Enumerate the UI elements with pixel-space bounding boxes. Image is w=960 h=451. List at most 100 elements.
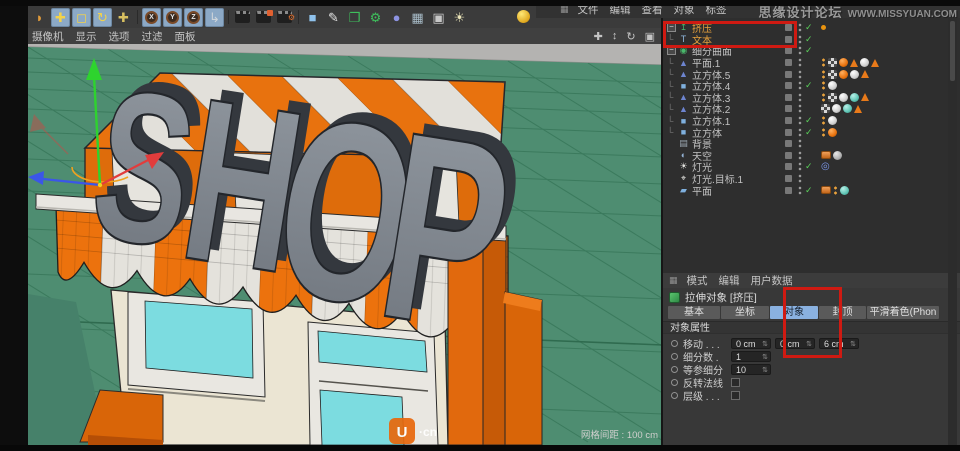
tag-ball-teal[interactable] [843, 104, 852, 113]
tag-ball-orange[interactable] [839, 70, 848, 79]
tag-dots[interactable] [821, 81, 826, 90]
lights-icon[interactable]: ☀ [450, 8, 469, 27]
coordinate-system-icon[interactable]: ↳ [205, 8, 224, 27]
tag-checker[interactable] [828, 93, 837, 102]
am-menu-item-3[interactable]: 用户数据 [751, 273, 793, 288]
viewport-menu-item-3[interactable]: 选项 [109, 29, 130, 44]
tag-checker[interactable] [828, 58, 837, 67]
rotate-tool-icon[interactable]: ↻ [93, 8, 112, 27]
environment-objects-icon[interactable]: ● [387, 8, 406, 27]
tag-dots[interactable] [821, 128, 826, 137]
tag-checker[interactable] [828, 70, 837, 79]
last-used-tool-icon[interactable]: ✚ [114, 8, 133, 27]
tag-tri[interactable] [850, 59, 858, 67]
object-row-平面[interactable]: ▰平面✓ [663, 184, 960, 196]
primitive-cube-icon[interactable]: ■ [303, 8, 322, 27]
tag-rect-orange[interactable] [821, 186, 831, 194]
layer-toggle[interactable] [785, 105, 792, 112]
field-spinner-icon[interactable]: ⇅ [762, 340, 768, 348]
visibility-dots[interactable] [798, 70, 802, 79]
panel-scrollbar[interactable] [948, 18, 957, 445]
viewport-3d[interactable]: S S H H O O P P [28, 44, 663, 445]
tag-rect-orange[interactable] [821, 151, 831, 159]
layer-toggle[interactable] [785, 175, 792, 182]
enabled-check[interactable]: ✓ [805, 34, 815, 45]
tag-tri[interactable] [861, 93, 869, 101]
layer-toggle[interactable] [785, 71, 792, 78]
lock-y-axis-icon[interactable]: Y [163, 8, 182, 27]
visibility-dots[interactable] [798, 46, 802, 55]
move-tool-icon[interactable]: ✚ [51, 8, 70, 27]
visibility-dots[interactable] [798, 162, 802, 171]
visibility-dots[interactable] [798, 23, 802, 32]
render-region-icon[interactable] [254, 8, 273, 27]
animation-key-dot[interactable] [671, 353, 678, 360]
tag-tri[interactable] [861, 70, 869, 78]
lock-z-axis-icon[interactable]: Z [184, 8, 203, 27]
tag-ball-white[interactable] [828, 81, 837, 90]
render-view-icon[interactable] [233, 8, 252, 27]
scale-tool-icon[interactable]: ◻ [72, 8, 91, 27]
attr-field[interactable]: 1⇅ [731, 351, 771, 362]
layer-toggle[interactable] [785, 129, 792, 136]
visibility-dots[interactable] [798, 35, 802, 44]
pan-view-icon[interactable]: ✚ [594, 30, 603, 43]
undo-history-icon[interactable]: ◗ [30, 8, 49, 27]
visibility-dots[interactable] [798, 139, 802, 148]
tag-dots[interactable] [821, 116, 826, 125]
layer-toggle[interactable] [785, 117, 792, 124]
attr-field[interactable]: 10⇅ [731, 364, 771, 375]
floor-objects-icon[interactable]: ▦ [408, 8, 427, 27]
enabled-check[interactable]: ✓ [805, 115, 815, 126]
animation-key-dot[interactable] [671, 392, 678, 399]
tag-ball-teal[interactable] [840, 186, 849, 195]
layer-toggle[interactable] [785, 187, 792, 194]
attr-field[interactable]: 0 cm⇅ [731, 338, 771, 349]
tag-ball-white[interactable] [839, 93, 848, 102]
visibility-dots[interactable] [798, 186, 802, 195]
viewport-menu-item-4[interactable]: 过滤 [142, 29, 163, 44]
enabled-check[interactable]: ✓ [805, 22, 815, 33]
tag-ball-white[interactable] [860, 58, 869, 67]
field-spinner-icon[interactable]: ⇅ [762, 353, 768, 361]
tag-ball-orange[interactable] [839, 58, 848, 67]
visibility-dots[interactable] [798, 151, 802, 160]
field-spinner-icon[interactable]: ⇅ [850, 340, 856, 348]
attr-checkbox[interactable] [731, 391, 740, 400]
viewport-menu-item-5[interactable]: 面板 [175, 29, 196, 44]
scrollbar-thumb[interactable] [950, 21, 955, 81]
enabled-check[interactable]: ✓ [805, 185, 815, 196]
toggle-view-icon[interactable]: ▣ [645, 30, 655, 43]
am-menu-item-2[interactable]: 编辑 [719, 273, 740, 288]
visibility-dots[interactable] [798, 128, 802, 137]
animation-key-dot[interactable] [671, 366, 678, 373]
tag-ball-teal[interactable] [850, 93, 859, 102]
visibility-dots[interactable] [798, 93, 802, 102]
layer-toggle[interactable] [785, 94, 792, 101]
enabled-check[interactable]: ✓ [805, 45, 815, 56]
generators-icon[interactable]: ❐ [345, 8, 364, 27]
field-spinner-icon[interactable]: ⇅ [762, 366, 768, 374]
panel-grid-icon[interactable]: ▦ [669, 275, 678, 286]
tab-平滑着色(Phon[interactable]: 平滑着色(Phon [867, 306, 939, 319]
tag-dots[interactable] [821, 93, 826, 102]
layer-toggle[interactable] [785, 140, 792, 147]
layer-toggle[interactable] [785, 47, 792, 54]
visibility-dots[interactable] [798, 174, 802, 183]
lock-x-axis-icon[interactable]: X [142, 8, 161, 27]
animation-key-dot[interactable] [671, 340, 678, 347]
attr-checkbox[interactable] [731, 378, 740, 387]
tab-坐标[interactable]: 坐标 [721, 306, 769, 319]
visibility-dots[interactable] [798, 104, 802, 113]
layer-toggle[interactable] [785, 59, 792, 66]
tag-checker[interactable] [821, 104, 830, 113]
viewport-menu-item-1[interactable]: 摄像机 [32, 29, 64, 44]
enabled-check[interactable]: ✓ [805, 161, 815, 172]
render-settings-icon[interactable]: ⚙ [275, 8, 294, 27]
viewport-menu-item-2[interactable]: 显示 [76, 29, 97, 44]
tag-target[interactable]: ◎ [821, 162, 830, 171]
dolly-view-icon[interactable]: ↕ [612, 30, 618, 43]
am-menu-item-1[interactable]: 模式 [687, 273, 708, 288]
visibility-dots[interactable] [798, 116, 802, 125]
visibility-dots[interactable] [798, 58, 802, 67]
